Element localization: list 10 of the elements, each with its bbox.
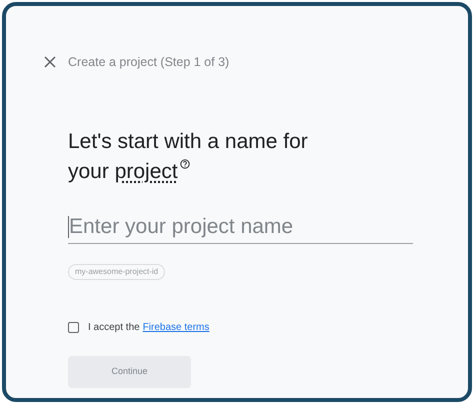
project-name-field[interactable]: Enter your project name — [68, 210, 413, 244]
heading-line: your project — [68, 158, 178, 185]
terms-checkbox[interactable] — [68, 322, 79, 333]
dialog-title: Create a project (Step 1 of 3) — [68, 54, 230, 71]
close-icon[interactable] — [44, 56, 56, 68]
help-icon[interactable] — [180, 158, 190, 169]
terms-text: I accept the — [88, 320, 140, 335]
project-id-chip: my-awesome-project-id — [68, 264, 166, 280]
terms-link[interactable]: Firebase terms — [142, 320, 210, 335]
heading-line: Let's start with a name for — [68, 128, 308, 155]
